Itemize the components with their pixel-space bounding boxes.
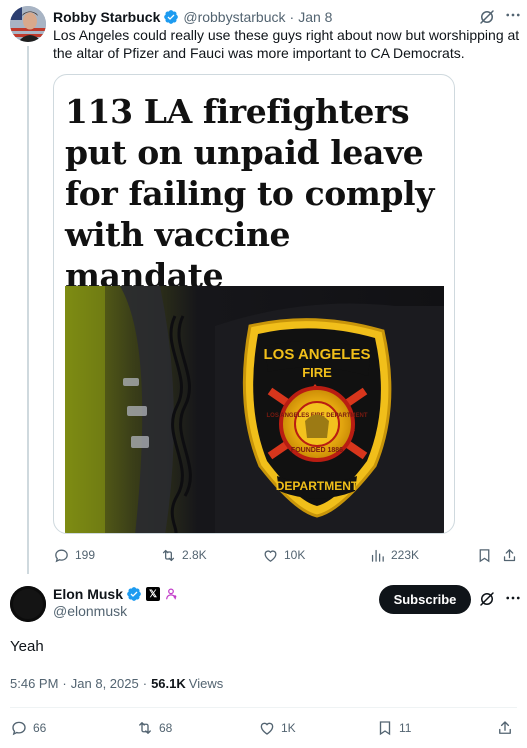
patch-top-text: LOS ANGELES xyxy=(264,346,371,363)
more-icon[interactable] xyxy=(504,589,522,607)
x-badge-icon[interactable]: 𝕏 xyxy=(146,587,161,601)
repost-count: 2.8K xyxy=(182,548,207,562)
bookmark-button[interactable]: 11 xyxy=(376,718,411,738)
divider xyxy=(10,707,517,708)
reply-icon xyxy=(12,721,26,736)
patch-founded-text: FOUNDED 1886 xyxy=(291,447,343,454)
reply-button[interactable]: 66 xyxy=(10,718,46,738)
meta-separator: · xyxy=(142,676,148,691)
main-tweet-actions: 66 68 1K 11 xyxy=(10,718,517,738)
share-button[interactable] xyxy=(496,718,514,738)
share-icon xyxy=(503,548,516,561)
patch-bottom-text: DEPARTMENT xyxy=(276,479,359,493)
bookmark-count: 11 xyxy=(399,721,412,735)
verified-icon xyxy=(126,586,142,602)
like-count: 1K xyxy=(281,721,296,735)
like-count: 10K xyxy=(284,548,306,562)
firefighter-patch-photo: LOS ANGELES FIRE LOS ANGELES FIRE DEPART… xyxy=(65,286,444,533)
parent-tweet-header: Robby Starbuck @robbystarbuck · Jan 8 xyxy=(53,7,517,27)
tweet-date[interactable]: Jan 8, 2025 xyxy=(71,676,139,691)
patch-fire-text: FIRE xyxy=(302,365,332,380)
main-author-handle[interactable]: @elonmusk xyxy=(53,603,127,619)
subscribe-button[interactable]: Subscribe xyxy=(379,585,471,614)
share-button[interactable] xyxy=(501,545,518,565)
bookmark-icon xyxy=(479,548,490,562)
views-label: Views xyxy=(188,676,224,691)
bookmark-button[interactable] xyxy=(476,545,493,565)
like-button[interactable]: 1K xyxy=(258,718,296,738)
like-button[interactable]: 10K xyxy=(262,545,305,565)
views-count: 223K xyxy=(391,548,420,562)
main-author-name[interactable]: Elon Musk xyxy=(53,586,123,602)
repost-button[interactable]: 68 xyxy=(136,718,172,738)
like-icon xyxy=(260,722,274,735)
views-count: 56.1K xyxy=(151,676,186,691)
reply-icon xyxy=(55,549,68,562)
share-icon xyxy=(499,721,511,734)
robby-starbuck-avatar[interactable] xyxy=(10,6,46,42)
parent-tweet-actions: 199 2.8K 10K 223K xyxy=(53,545,519,565)
org-badge-icon[interactable] xyxy=(164,587,178,601)
thread-connector-line xyxy=(27,46,29,574)
views-icon xyxy=(371,549,384,562)
like-icon xyxy=(264,549,277,562)
elon-musk-avatar[interactable] xyxy=(10,586,46,622)
verified-icon xyxy=(163,9,179,25)
main-tweet-text: Yeah xyxy=(10,638,44,655)
main-tweet-meta: 5:46 PM · Jan 8, 2025 · 56.1K Views xyxy=(10,676,223,691)
reply-count: 199 xyxy=(75,548,96,562)
reply-button[interactable]: 199 xyxy=(53,545,95,565)
parent-tweet-media[interactable]: 113 LA firefighters put on unpaid leave … xyxy=(53,74,455,534)
repost-button[interactable]: 2.8K xyxy=(160,545,207,565)
header-separator: · xyxy=(289,9,295,25)
tweet-time[interactable]: 5:46 PM xyxy=(10,676,58,691)
media-headline: 113 LA firefighters put on unpaid leave … xyxy=(65,92,434,295)
repost-icon xyxy=(139,722,151,734)
reply-count: 66 xyxy=(33,721,47,735)
main-author-name-row: Elon Musk 𝕏 xyxy=(53,585,178,603)
more-icon[interactable] xyxy=(504,6,522,24)
grok-icon[interactable] xyxy=(478,8,496,26)
repost-count: 68 xyxy=(159,721,173,735)
parent-author-handle[interactable]: @robbystarbuck xyxy=(183,9,285,25)
views-button[interactable]: 223K xyxy=(369,545,419,565)
meta-separator: · xyxy=(62,676,67,691)
parent-tweet-date[interactable]: Jan 8 xyxy=(298,9,332,25)
grok-icon[interactable] xyxy=(478,590,496,608)
parent-author-name[interactable]: Robby Starbuck xyxy=(53,9,160,25)
repost-icon xyxy=(162,549,175,561)
parent-tweet-text: Los Angeles could really use these guys … xyxy=(53,27,520,61)
bookmark-icon xyxy=(379,721,391,736)
